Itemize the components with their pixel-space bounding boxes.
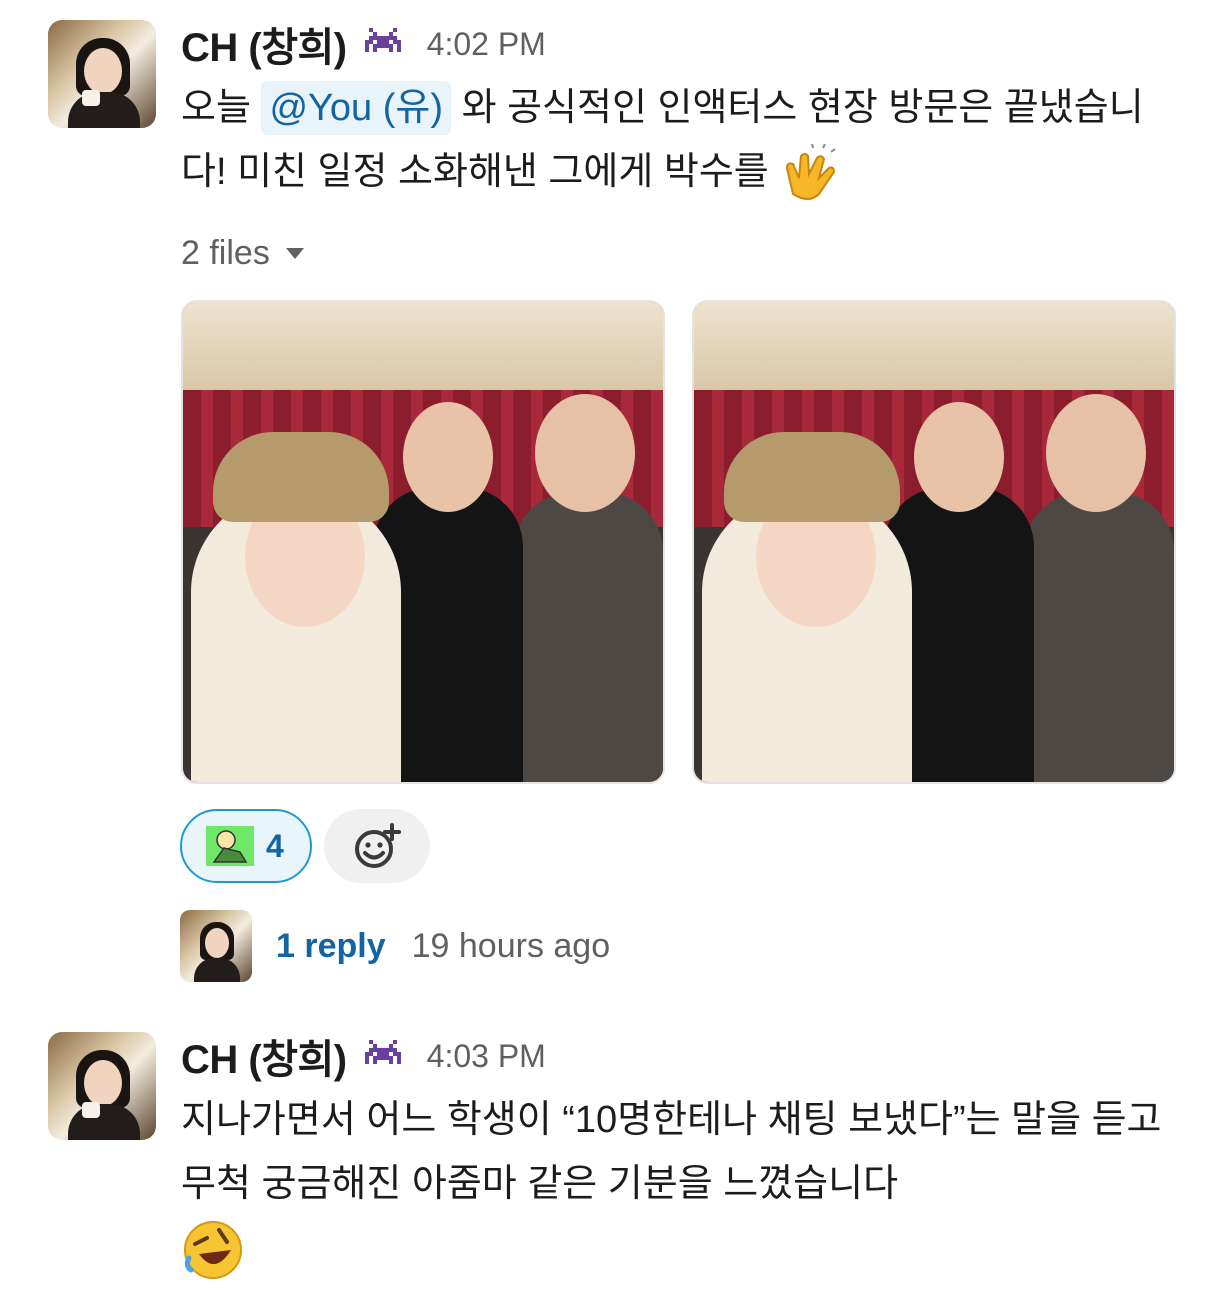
last-reply-time: 19 hours ago (411, 926, 611, 965)
thread-reply-avatar (180, 910, 252, 982)
reaction-pill[interactable]: 4 (180, 809, 312, 883)
message-header: CH (창희) 4:02 PM (181, 14, 546, 74)
author-name[interactable]: CH (창희) (181, 1027, 347, 1085)
space-invader-icon (364, 28, 401, 52)
custom-green-emoji (206, 826, 254, 866)
files-label: 2 files (181, 234, 270, 272)
space-invader-icon (364, 1040, 401, 1064)
message-text: 지나가면서 어느 학생이 “10명한테나 채팅 보냈다”는 말을 듣고 무척 궁… (181, 1088, 1171, 1282)
thread-summary[interactable]: 1 reply 19 hours ago (180, 910, 610, 982)
add-reaction-button[interactable] (324, 809, 430, 883)
author-name[interactable]: CH (창희) (181, 15, 347, 73)
message-text: 오늘 @You (유) 와 공식적인 인액터스 현장 방문은 끝냈습니다! 미친… (181, 76, 1181, 204)
user-mention[interactable]: @You (유) (261, 81, 452, 135)
reply-count-link[interactable]: 1 reply (276, 927, 386, 966)
clapping-hands-emoji (786, 143, 836, 200)
files-toggle[interactable]: 2 files (181, 234, 304, 273)
message-header: CH (창희) 4:03 PM (181, 1026, 546, 1086)
message-body: 지나가면서 어느 학생이 “10명한테나 채팅 보냈다”는 말을 듣고 무척 궁… (181, 1099, 1162, 1205)
photo-attachment-1[interactable] (181, 300, 665, 784)
message-timestamp[interactable]: 4:03 PM (427, 1038, 546, 1075)
reaction-count: 4 (266, 827, 284, 864)
message-timestamp[interactable]: 4:02 PM (427, 26, 546, 63)
caret-down-icon (285, 248, 304, 259)
add-reaction-icon (355, 823, 401, 868)
author-avatar[interactable] (48, 1032, 156, 1140)
text-before-mention: 오늘 (181, 87, 251, 129)
author-avatar[interactable] (48, 20, 156, 128)
rolling-on-floor-laughing-emoji (184, 1220, 242, 1279)
photo-attachment-2[interactable] (692, 300, 1176, 784)
